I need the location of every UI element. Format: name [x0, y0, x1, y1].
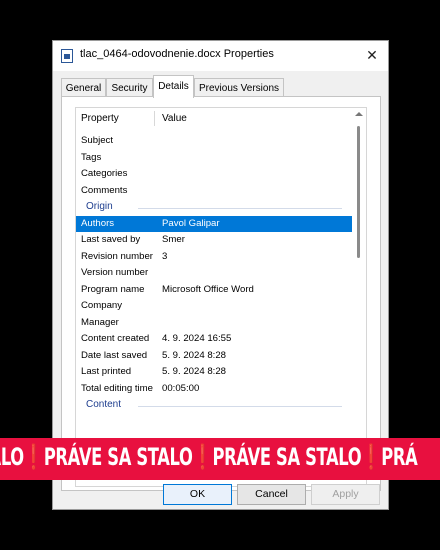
property-row[interactable]: Subject: [76, 133, 352, 150]
window-title: tlac_0464-odovodnenie.docx Properties: [80, 48, 274, 60]
column-header-value[interactable]: Value: [162, 113, 187, 124]
property-name: Subject: [81, 135, 113, 146]
group-label: Origin: [86, 201, 113, 212]
property-value: 4. 9. 2024 16:55: [162, 333, 232, 344]
property-row[interactable]: Company: [76, 298, 352, 315]
property-value: Smer: [162, 234, 185, 245]
property-value: Microsoft Office Word: [162, 283, 254, 295]
property-value: 00:05:00: [162, 382, 200, 394]
tab-general[interactable]: General: [61, 78, 106, 97]
details-panel: Property Value Subject Tags Categories Comm…: [61, 96, 381, 491]
cancel-button[interactable]: Cancel: [237, 484, 306, 505]
breaking-news-banner: TALO❗PRÁVE SA STALO❗PRÁVE SA STALO❗PRÁ: [0, 438, 440, 480]
property-name: Version number: [81, 267, 149, 278]
property-rows: Subject Tags Categories Comments Origin Autho…: [76, 133, 352, 414]
property-name: Manager: [81, 316, 119, 328]
column-header-property[interactable]: Property: [81, 113, 119, 124]
tab-strip: General Security Details Previous Versio…: [61, 75, 381, 98]
group-header[interactable]: Origin: [76, 199, 352, 216]
property-name: Comments: [81, 184, 128, 196]
property-value: 3: [162, 250, 168, 262]
property-name: Company: [81, 300, 123, 311]
property-row[interactable]: Manager: [76, 315, 352, 332]
property-row[interactable]: Total editing time 00:05:00: [76, 381, 352, 398]
document-icon: [61, 49, 73, 63]
property-name: Date last saved: [81, 349, 148, 361]
property-name: Last saved by: [81, 234, 141, 245]
property-row[interactable]: Tags: [76, 150, 352, 167]
banner-segment: PRÁVE SA STALO: [212, 443, 362, 471]
scroll-up-icon[interactable]: [355, 112, 363, 116]
property-row[interactable]: Date last saved 5. 9. 2024 8:28: [76, 348, 352, 365]
property-row[interactable]: Categories: [76, 166, 352, 183]
banner-segment: PRÁ: [381, 443, 418, 471]
group-divider: [138, 208, 342, 209]
banner-segment: TALO: [0, 443, 24, 471]
banner-ticker-text: TALO❗PRÁVE SA STALO❗PRÁVE SA STALO❗PRÁ: [0, 443, 418, 471]
property-name: Revision number: [81, 250, 153, 262]
group-header[interactable]: Content: [76, 397, 352, 414]
banner-segment: PRÁVE SA STALO: [43, 443, 193, 471]
property-row[interactable]: Authors Pavol Galipar: [76, 215, 352, 232]
title-bar: tlac_0464-odovodnenie.docx Properties ✕: [53, 41, 388, 71]
apply-button[interactable]: Apply: [311, 484, 380, 505]
ok-button[interactable]: OK: [163, 484, 232, 505]
tab-previous-versions[interactable]: Previous Versions: [194, 78, 284, 97]
property-name: Total editing time: [81, 382, 153, 394]
property-name: Content created: [81, 333, 150, 344]
property-row[interactable]: Program name Microsoft Office Word: [76, 282, 352, 299]
property-row[interactable]: Last printed 5. 9. 2024 8:28: [76, 364, 352, 381]
list-header: Property Value: [76, 108, 352, 130]
property-value: Pavol Galipar: [162, 217, 220, 229]
exclamation-icon: ❗: [23, 443, 44, 471]
property-row[interactable]: Content created 4. 9. 2024 16:55: [76, 331, 352, 348]
property-name: Authors: [81, 217, 115, 229]
property-row[interactable]: Last saved by Smer: [76, 232, 352, 249]
property-name: Tags: [81, 151, 102, 163]
exclamation-icon: ❗: [361, 443, 382, 471]
property-name: Last printed: [81, 366, 132, 377]
exclamation-icon: ❗: [192, 443, 213, 471]
column-divider[interactable]: [154, 111, 155, 126]
property-row[interactable]: Revision number 3: [76, 249, 352, 266]
property-name: Program name: [81, 283, 145, 295]
properties-list[interactable]: Property Value Subject Tags Categories Comm…: [75, 107, 367, 487]
property-name: Categories: [81, 168, 128, 179]
group-label: Content: [86, 399, 122, 410]
close-button[interactable]: ✕: [362, 45, 382, 65]
tab-details[interactable]: Details: [153, 75, 194, 98]
property-value: 5. 9. 2024 8:28: [162, 366, 227, 377]
property-row[interactable]: Version number: [76, 265, 352, 282]
vertical-scrollbar[interactable]: [354, 110, 364, 484]
property-value: 5. 9. 2024 8:28: [162, 349, 227, 361]
property-row[interactable]: Comments: [76, 183, 352, 200]
group-divider: [138, 406, 342, 407]
scroll-thumb[interactable]: [357, 126, 360, 258]
tab-security[interactable]: Security: [106, 78, 153, 97]
